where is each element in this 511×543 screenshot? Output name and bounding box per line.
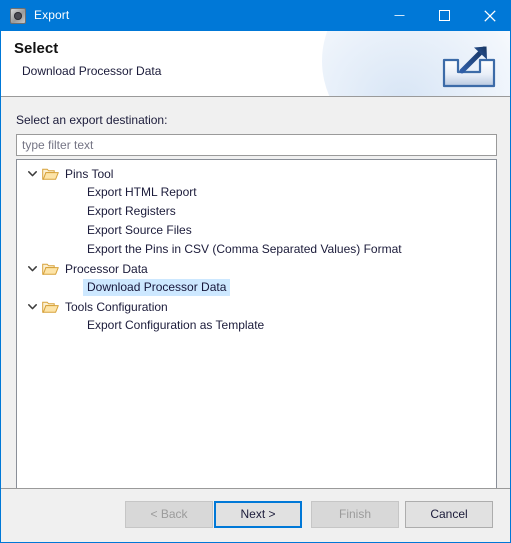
finish-button[interactable]: Finish	[311, 501, 399, 528]
tree-group-label: Tools Configuration	[65, 299, 168, 314]
tree-item-selected[interactable]: Download Processor Data	[17, 278, 496, 297]
chevron-down-icon[interactable]	[25, 167, 39, 181]
wizard-body: Select an export destination: Pins Tool	[1, 97, 510, 521]
wizard-header: Select Download Processor Data	[1, 31, 510, 97]
tree-item-label: Export HTML Report	[87, 185, 197, 199]
tree-item[interactable]: Export Registers	[17, 202, 496, 221]
tree-item[interactable]: Export Configuration as Template	[17, 316, 496, 335]
wizard-footer: < Back Next > Finish Cancel	[1, 488, 510, 542]
window-title: Export	[34, 8, 70, 22]
open-folder-icon	[42, 262, 59, 276]
open-folder-icon	[42, 300, 59, 314]
tree-group-label: Processor Data	[65, 261, 148, 276]
tree-item-label: Export Configuration as Template	[87, 318, 265, 332]
chevron-down-icon[interactable]	[25, 262, 39, 276]
open-folder-icon	[42, 167, 59, 181]
export-arrow-tray-icon	[440, 41, 498, 91]
export-app-icon	[10, 7, 26, 24]
tree-group-pins-tool[interactable]: Pins Tool	[17, 164, 496, 183]
tree-group-label: Pins Tool	[65, 166, 114, 181]
cancel-button[interactable]: Cancel	[405, 501, 493, 528]
page-title: Select	[14, 40, 59, 57]
tree-group-tools-configuration[interactable]: Tools Configuration	[17, 297, 496, 316]
tree-item-label: Export the Pins in CSV (Comma Separated …	[87, 242, 402, 256]
tree-item-label: Download Processor Data	[83, 279, 231, 296]
page-subtitle: Download Processor Data	[22, 64, 162, 78]
tree-item[interactable]: Export Source Files	[17, 221, 496, 240]
chevron-down-icon[interactable]	[25, 300, 39, 314]
window-controls	[377, 0, 510, 31]
next-button[interactable]: Next >	[214, 501, 302, 528]
maximize-button[interactable]	[422, 0, 467, 31]
export-destination-tree[interactable]: Pins Tool Export HTML Report Export Regi…	[16, 159, 497, 521]
tree-item-label: Export Registers	[87, 204, 176, 218]
back-button[interactable]: < Back	[125, 501, 213, 528]
minimize-button[interactable]	[377, 0, 422, 31]
export-wizard-window: Export Select Download Processor Data Se…	[0, 0, 511, 543]
tree-item[interactable]: Export HTML Report	[17, 183, 496, 202]
tree-item[interactable]: Export the Pins in CSV (Comma Separated …	[17, 240, 496, 259]
filter-input[interactable]	[16, 134, 497, 156]
close-button[interactable]	[467, 0, 510, 31]
tree-group-processor-data[interactable]: Processor Data	[17, 259, 496, 278]
destination-label: Select an export destination:	[16, 113, 168, 127]
tree-item-label: Export Source Files	[87, 223, 192, 237]
title-bar[interactable]: Export	[1, 0, 510, 31]
